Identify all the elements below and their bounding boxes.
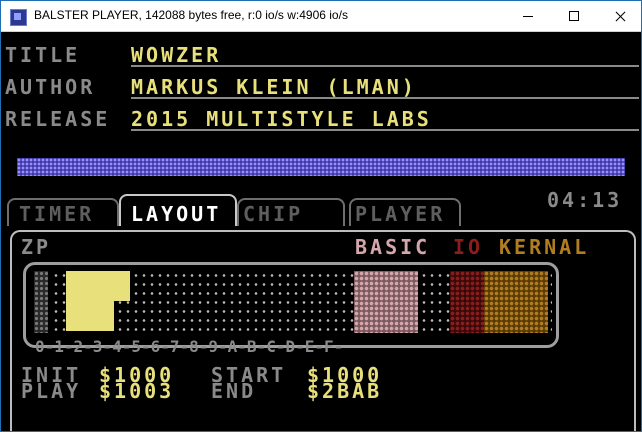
title-label: TITLE (5, 43, 81, 67)
play-value: $1003 (99, 379, 175, 403)
basic-rom-block (354, 271, 418, 333)
title-value: WOWZER (131, 43, 222, 67)
tab-layout[interactable]: LAYOUT (119, 194, 237, 226)
release-underline (131, 129, 639, 131)
minimize-button[interactable] (505, 1, 551, 31)
author-label: AUTHOR (5, 75, 96, 99)
title-bar[interactable]: BALSTER PLAYER, 142088 bytes free, r:0 i… (1, 1, 641, 32)
used-block-top (66, 271, 130, 301)
release-value: 2015 MULTISTYLE LABS (131, 107, 432, 131)
player-screen: TITLE WOWZER AUTHOR MARKUS KLEIN (LMAN) … (1, 32, 641, 431)
playtime: 04:13 (547, 188, 623, 212)
tab-player[interactable]: PLAYER (349, 198, 461, 226)
tab-chip[interactable]: CHIP (237, 198, 345, 226)
memory-map (23, 262, 559, 348)
tab-layout-label: LAYOUT (131, 202, 222, 226)
tab-player-label: PLAYER (355, 202, 446, 226)
basic-label: BASIC (355, 235, 431, 259)
maximize-button[interactable] (551, 1, 597, 31)
progress-stripe (17, 158, 625, 176)
author-underline (131, 97, 639, 99)
io-block (450, 271, 484, 333)
io-label: IO (453, 235, 484, 259)
window-title: BALSTER PLAYER, 142088 bytes free, r:0 i… (34, 8, 348, 22)
end-label: END (211, 379, 257, 403)
title-underline (131, 65, 639, 67)
zp-label: ZP (21, 235, 52, 259)
tab-timer-label: TIMER (19, 202, 95, 226)
zeropage-block (34, 271, 48, 333)
author-value: MARKUS KLEIN (LMAN) (131, 75, 417, 99)
tab-timer[interactable]: TIMER (7, 198, 119, 226)
player-window: BALSTER PLAYER, 142088 bytes free, r:0 i… (0, 0, 642, 432)
app-icon (10, 9, 27, 26)
play-label: PLAY (21, 379, 82, 403)
kernal-rom-block (484, 271, 548, 333)
close-button[interactable] (597, 1, 642, 31)
used-block-bottom (66, 301, 114, 331)
hex-axis: 0-1-2-3-4-5-6-7-8-9-A-B-C-D-E-F- (35, 337, 344, 356)
end-value: $2BAB (307, 379, 383, 403)
tab-chip-label: CHIP (243, 202, 304, 226)
release-label: RELEASE (5, 107, 111, 131)
kernal-label: KERNAL (499, 235, 590, 259)
